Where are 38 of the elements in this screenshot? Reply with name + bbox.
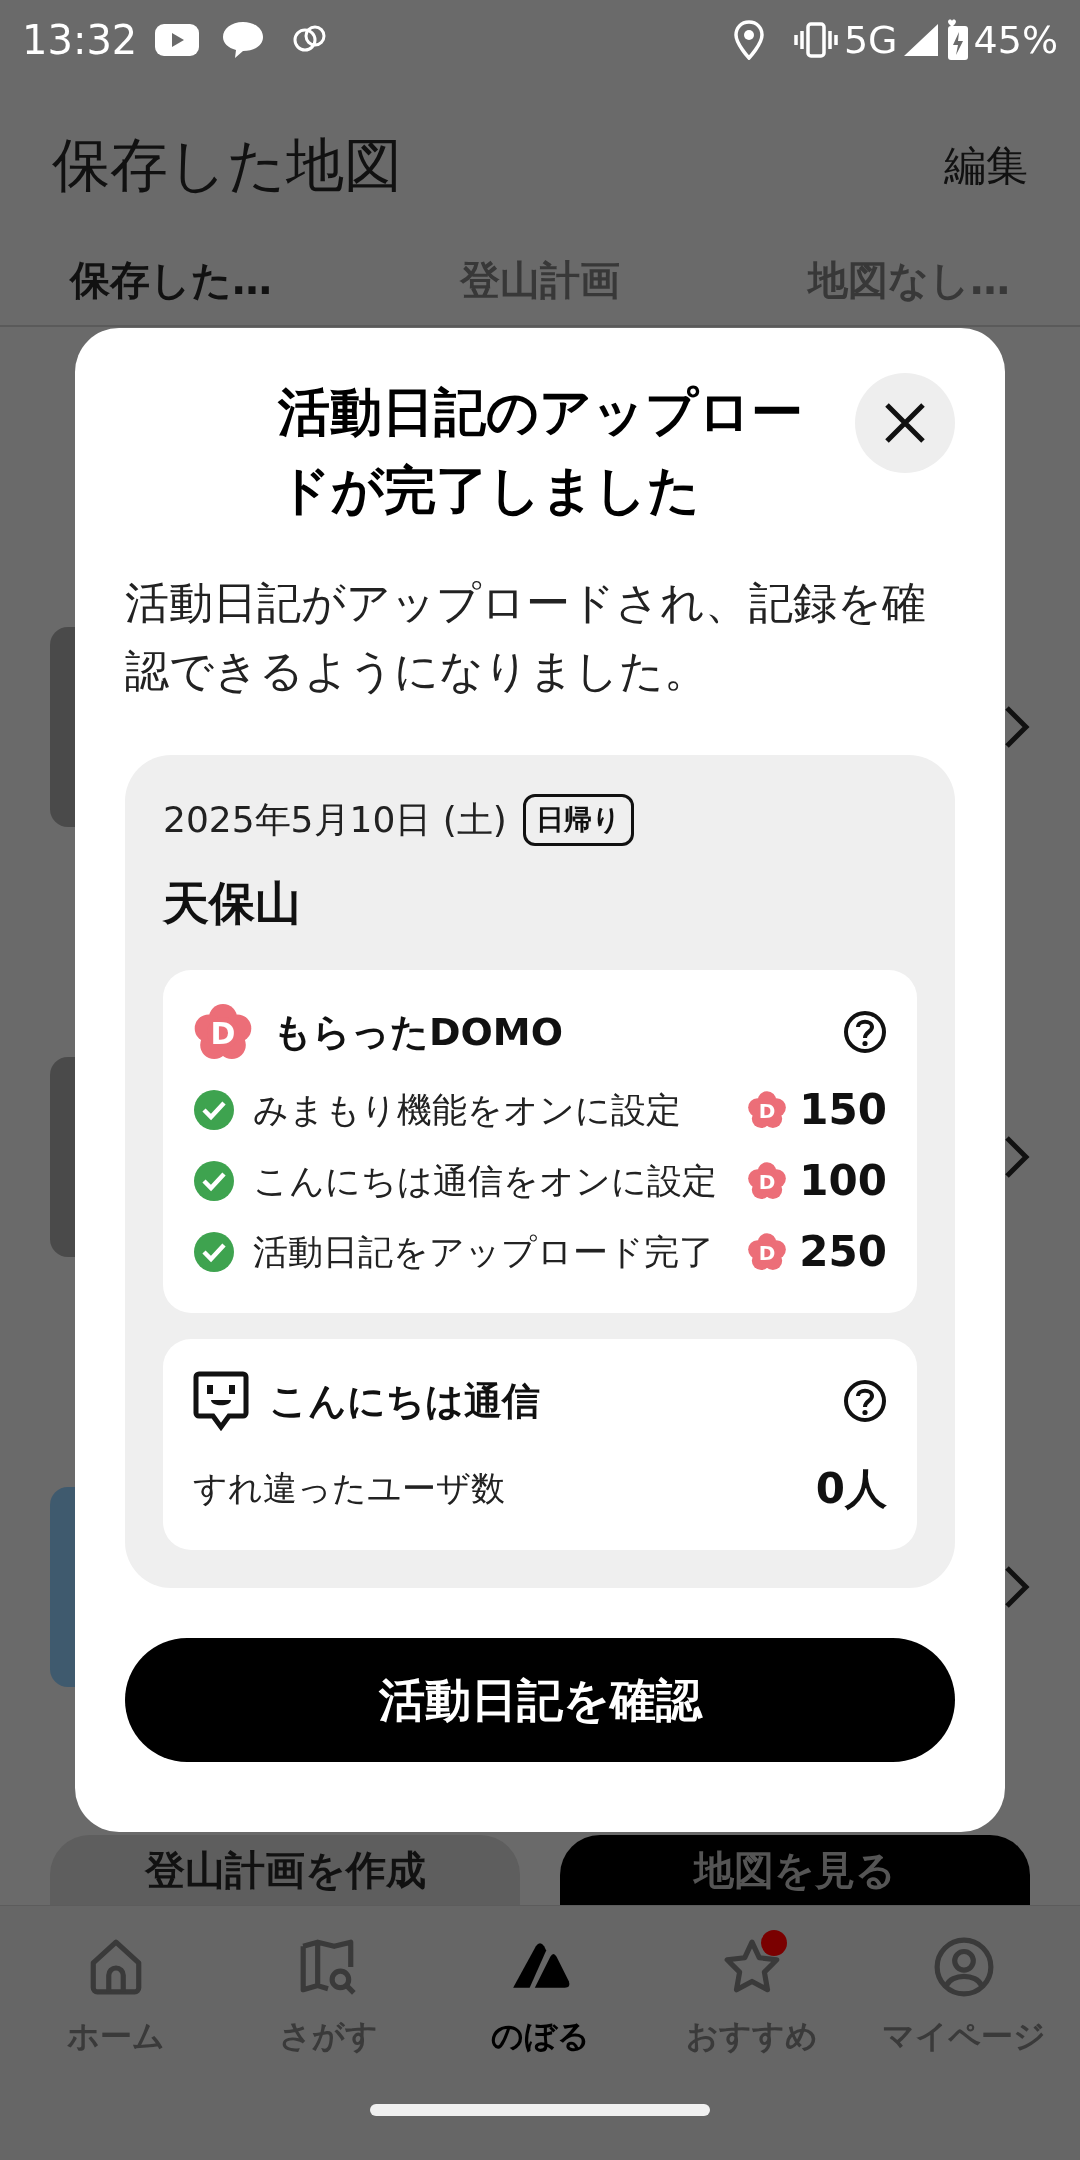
- chevron-right-icon[interactable]: [1004, 705, 1030, 749]
- action-button[interactable]: 登山計画を作成: [50, 1835, 520, 1905]
- location-pin-icon: [733, 20, 764, 60]
- domo-reason: 活動日記をアップロード完了: [253, 1230, 715, 1274]
- status-time: 13:32: [22, 16, 138, 65]
- domo-title: もらったDOMO: [273, 1008, 564, 1056]
- dialog-title: 活動日記のアップロードが完了しました: [277, 381, 803, 522]
- close-icon: [883, 401, 927, 445]
- view-diary-button[interactable]: 活動日記を確認: [125, 1638, 955, 1763]
- chevron-right-icon[interactable]: [1004, 1135, 1030, 1179]
- domo-reason: みまもり機能をオンに設定: [253, 1088, 682, 1132]
- nav-tab[interactable]: のぼる: [440, 1926, 640, 2060]
- battery-icon: [945, 18, 970, 62]
- vibrate-icon: [793, 22, 838, 58]
- mountain-name: 天保山: [163, 875, 302, 933]
- chat-bubble-icon: [221, 20, 266, 60]
- action-button[interactable]: 地図を見る: [560, 1835, 1030, 1905]
- domo-points: 150: [798, 1084, 887, 1137]
- edit-button[interactable]: 編集: [944, 133, 1028, 197]
- domo-points: 250: [798, 1226, 887, 1279]
- greeting-title: こんにちは通信: [269, 1377, 541, 1425]
- tab[interactable]: 保存した…: [40, 250, 302, 310]
- video-app-icon: [155, 24, 200, 56]
- passed-users-count: 0人: [815, 1463, 887, 1516]
- activity-date: 2025年5月10日 (土): [163, 798, 507, 843]
- network-label: 5G: [843, 16, 898, 64]
- help-icon[interactable]: [843, 1379, 887, 1424]
- page-title: 保存した地図: [52, 129, 402, 201]
- dialog-message: 活動日記がアップロードされ、記録を確認できるようになりました。: [125, 576, 927, 699]
- trip-type-tag: 日帰り: [522, 794, 634, 847]
- chevron-right-icon[interactable]: [1004, 1565, 1030, 1609]
- passed-users-label: すれ違ったユーザ数: [193, 1467, 505, 1511]
- domo-reason: こんにちは通信をオンに設定: [253, 1159, 718, 1203]
- speech-face-icon: [193, 1371, 249, 1432]
- battery-percent: 45%: [973, 16, 1058, 64]
- domo-points: 100: [798, 1155, 887, 1208]
- help-icon[interactable]: [843, 1010, 887, 1055]
- user-circle-icon: [933, 1936, 995, 1998]
